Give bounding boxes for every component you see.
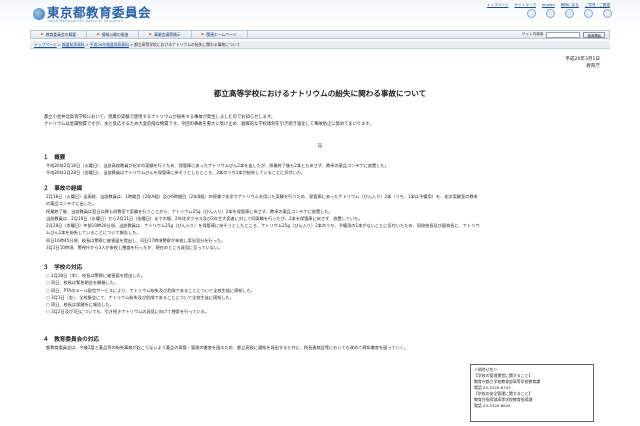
top-links: トップページ サイトマップ english 朗読に戻る ご意見・ご要望: [487, 3, 610, 8]
breadcrumb-press-year[interactable]: 平成26年報道発表資料: [90, 42, 129, 48]
contact-box: ＜問合せ先＞ 【学校の管理運営に関すること】 教育庁都立学校教育部高等学校教育課…: [470, 364, 594, 422]
section-line: 都教育委員会は、今後2度と薬品等の紛失事故が起こらないよう薬品の保管・管理の徹底…: [46, 345, 409, 350]
main-content: 平成26年3月1日 教育庁 都立高等学校におけるナトリウムの紛失に関わる事故につ…: [40, 52, 600, 426]
date-block: 平成26年3月1日 教育庁: [565, 56, 600, 70]
sitemap-icon[interactable]: [546, 9, 555, 18]
page-title: 都立高等学校におけるナトリウムの紛失に関わる事故について: [213, 89, 427, 98]
ki-marker: 記: [317, 144, 323, 149]
section-heading-board-response: ４ 教育委員会の対応: [43, 337, 99, 343]
section-line: ○ 2月28日（木）、校長は警察に被害届を提出した。: [46, 273, 145, 278]
arrow-right-icon: ▶: [97, 31, 100, 36]
logo-emblem-icon: [33, 8, 45, 20]
home-icon[interactable]: [527, 9, 536, 18]
toplink-top[interactable]: トップページ: [487, 3, 509, 8]
mail-icon[interactable]: [603, 9, 612, 18]
section-line: ムびん1本を紛失していることについて報告した。: [46, 230, 141, 236]
breadcrumb-separator: >: [85, 41, 89, 47]
section-line: 授業終了後、当該教員は翌日以降も同教室で実験を行うことから、ナトリウム25g（び…: [46, 208, 333, 214]
section-body-school-response: ○ 2月28日（木）、校長は警察に被害届を提出した。 ○ 同日、校長は緊急朝会を…: [46, 272, 594, 316]
logo-title: 東京都教育委員会: [47, 5, 152, 20]
lead-line: 都立小金井北高等学校において、授業の実験で使用するナトリウムが紛失する事故が発生…: [44, 115, 276, 120]
section-line: ○ 同日、校長は緊急朝会を開催した。: [46, 280, 118, 286]
section-line: 平成26年2月28日（金曜日）、当該教員はナトリウムびんを保管庫に戻そうとしたと…: [46, 170, 306, 176]
toplink-reading[interactable]: 朗読に戻る: [561, 3, 579, 8]
site-search: サイト内検索 検索開始: [522, 32, 605, 38]
section-line: 2月18日（火曜日）当高校、当該教員は、1時間目（2年A組）及び6時間目（2年B…: [46, 194, 478, 199]
section-line: ○ 同日、校長は保健所に報告した。: [46, 302, 114, 308]
breadcrumb-top[interactable]: トップページ: [34, 42, 57, 48]
global-nav: ▶ 教育委員会の概要 ▶ 情報公開の推進 ▶ 事業会議等開示 ▶ 関連ホームページ サイ…: [30, 30, 610, 39]
nav-item-related[interactable]: ▶ 関連ホームページ: [192, 31, 248, 38]
section-line: ○ 3月1日（金）、全校集会にて、ナトリウム紛失及び危険であることについて全校生…: [46, 294, 234, 300]
release-date: 平成26年3月1日: [565, 57, 600, 62]
section-body-overview: 平成26年2月18日（火曜日）、当該高校教員が化学の実験を行うため、保管庫にあっ…: [46, 162, 594, 177]
section-heading-overview: １ 概要: [43, 155, 66, 161]
breadcrumb-press[interactable]: 報道発表資料: [62, 42, 85, 48]
site-header: 東京都教育委員会 Tokyo Metropolitan Board of Edu…: [0, 0, 640, 30]
search-input[interactable]: [546, 32, 581, 38]
section-line: 当該教員は、2月19日（水曜日）から2月21日（金曜日）までの間、2年化学クラス…: [46, 215, 363, 221]
arrow-right-icon: ▶: [201, 31, 205, 36]
breadcrumb-current: 都立高等学校におけるナトリウムの紛失に関わる事故について: [134, 41, 241, 47]
section-body-board-response: 都教育委員会は、今後2度と薬品等の紛失事故が起こらないよう薬品の保管・管理の徹底…: [46, 344, 594, 351]
section-line: の薬品コンテナに出した。: [46, 201, 97, 207]
globe-icon[interactable]: [565, 9, 574, 18]
site-logo[interactable]: 東京都教育委員会 Tokyo Metropolitan Board of Edu…: [33, 6, 151, 23]
section-heading-timeline: ２ 事故の経緯: [43, 186, 83, 192]
breadcrumb-separator: >: [129, 41, 134, 47]
page: 東京都教育委員会 Tokyo Metropolitan Board of Edu…: [0, 0, 640, 426]
breadcrumb-separator: >: [57, 41, 61, 47]
lead-line: ナトリウムは金属物質ですが、水と反応するため大変危険な物質です。今回の事故を重大…: [44, 122, 374, 127]
section-line: 3月1日10時頃、警視庁から3人が来校し捜査を行ったが、現在のところ発見に至って…: [46, 245, 223, 251]
arrow-right-icon: ▶: [149, 31, 153, 36]
section-line: 平成26年2月18日（火曜日）、当該高校教員が化学の実験を行うため、保管庫にあっ…: [46, 163, 389, 168]
release-org: 教育庁: [586, 64, 600, 69]
nav-item-meetings[interactable]: ▶ 事業会議等開示: [139, 31, 192, 38]
speaker-icon[interactable]: [584, 9, 593, 18]
nav-item-disclosure[interactable]: ▶ 情報公開の推進: [87, 31, 140, 38]
section-line: ○ 同日、PTAのメール配信サービスにより、ナトリウム紛失及び危険であることにつ…: [46, 287, 256, 293]
nav-item-overview[interactable]: ▶ 教育委員会の概要: [31, 31, 88, 38]
section-line: 同日16時45分頃、校長は警察に被害届を提出し、同日17時頃警察が来校し実況見分…: [46, 237, 226, 243]
toplink-english[interactable]: english: [542, 3, 555, 8]
section-line: 2月28日（木曜日）午前10時20分頃、当該教員は、ナトリウム25g（びん入り）…: [46, 223, 480, 229]
toplink-sitemap[interactable]: サイトマップ: [514, 3, 536, 8]
search-label: サイト内検索: [521, 32, 544, 37]
section-line: ○ 3月2日及び3日についても、引き続きナトリウムの発見に向けて捜索を行っている…: [46, 309, 210, 315]
breadcrumb: トップページ > 報道発表資料 > 平成26年報道発表資料 > 都立高等学校にお…: [30, 41, 610, 49]
arrow-right-icon: ▶: [41, 31, 44, 36]
section-body-timeline: 2月18日（火曜日）当高校、当該教員は、1時間目（2年A組）及び6時間目（2年B…: [46, 193, 594, 251]
search-button[interactable]: 検索開始: [583, 32, 605, 38]
contact-phone: 電話 03-5320-6845: [474, 403, 511, 408]
toplink-feedback[interactable]: ご意見・ご要望: [585, 3, 610, 8]
lead-paragraph: 都立小金井北高等学校において、授業の実験で使用するナトリウムが紛失する事故が発生…: [44, 114, 584, 128]
section-heading-school-response: ３ 学校の対応: [43, 265, 83, 271]
top-link-icons: [527, 9, 612, 18]
